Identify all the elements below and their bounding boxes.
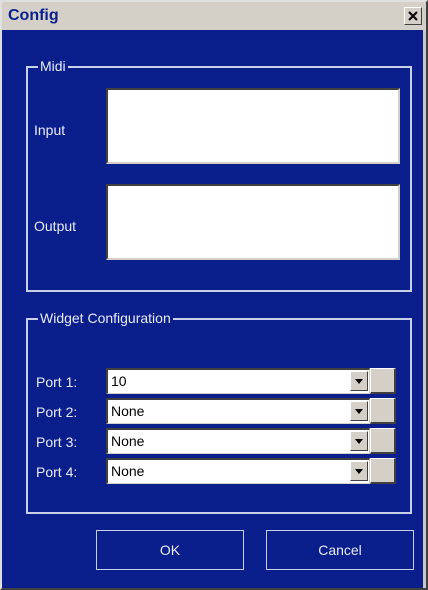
dialog-body: Midi Input Output Widget Configuration P…	[2, 30, 426, 588]
config-dialog: Config Midi Input Output Widget Configur…	[0, 0, 428, 590]
port-1-label: Port 1:	[36, 374, 78, 390]
port-2-label: Port 2:	[36, 404, 78, 420]
port-3-select[interactable]: None	[106, 428, 370, 454]
port-2-config-button[interactable]	[370, 398, 396, 424]
cancel-button[interactable]: Cancel	[266, 530, 414, 570]
port-4-value: None	[111, 463, 145, 479]
close-icon	[408, 11, 418, 21]
widget-config-group: Widget Configuration Port 1: 10 Port 2: …	[26, 309, 412, 514]
chevron-down-icon	[355, 409, 363, 414]
midi-legend: Midi	[38, 57, 68, 75]
port-1-dropdown-button[interactable]	[350, 371, 368, 391]
input-label: Input	[34, 122, 66, 138]
port-4-label: Port 4:	[36, 464, 78, 480]
widget-config-legend: Widget Configuration	[38, 309, 173, 327]
window-edge	[423, 30, 426, 588]
chevron-down-icon	[355, 379, 363, 384]
content-area: Midi Input Output Widget Configuration P…	[2, 30, 423, 588]
port-3-dropdown-button[interactable]	[350, 431, 368, 451]
port-3-value: None	[111, 433, 145, 449]
port-4-config-button[interactable]	[370, 458, 396, 484]
port-3-label: Port 3:	[36, 434, 78, 450]
port-4-select[interactable]: None	[106, 458, 370, 484]
midi-group: Midi Input Output	[26, 57, 412, 292]
port-1-value: 10	[111, 373, 127, 389]
port-2-value: None	[111, 403, 145, 419]
output-label: Output	[34, 218, 77, 234]
port-1-select[interactable]: 10	[106, 368, 370, 394]
port-1-config-button[interactable]	[370, 368, 396, 394]
close-button[interactable]	[404, 7, 422, 25]
port-3-config-button[interactable]	[370, 428, 396, 454]
port-2-select[interactable]: None	[106, 398, 370, 424]
chevron-down-icon	[355, 469, 363, 474]
midi-input-list[interactable]	[106, 88, 400, 164]
chevron-down-icon	[355, 439, 363, 444]
ok-button[interactable]: OK	[96, 530, 244, 570]
midi-output-list[interactable]	[106, 184, 400, 260]
window-title: Config	[8, 7, 59, 24]
port-4-dropdown-button[interactable]	[350, 461, 368, 481]
title-bar[interactable]: Config	[2, 2, 426, 30]
port-2-dropdown-button[interactable]	[350, 401, 368, 421]
